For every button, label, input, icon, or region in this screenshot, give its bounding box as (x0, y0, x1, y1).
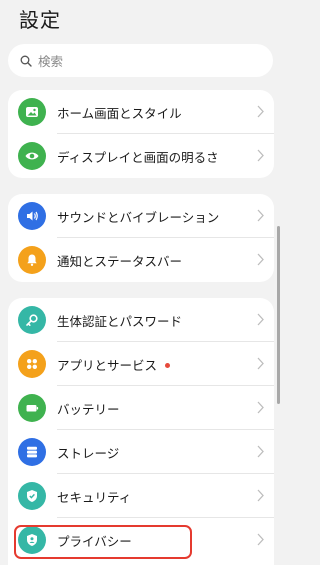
settings-group-display: ホーム画面とスタイル ディスプレイと画面の明るさ (8, 90, 274, 178)
settings-item-security[interactable]: セキュリティ (8, 474, 274, 518)
settings-item-display-brightness[interactable]: ディスプレイと画面の明るさ (8, 134, 274, 178)
page-title: 設定 (19, 8, 61, 32)
search-placeholder: 検索 (38, 54, 64, 69)
settings-item-label: ディスプレイと画面の明るさ (57, 149, 219, 165)
shield-check-icon (18, 482, 46, 510)
settings-item-storage[interactable]: ストレージ (8, 430, 274, 474)
settings-item-label: 通知とステータスバー (57, 253, 183, 269)
settings-item-label: ストレージ (57, 445, 120, 461)
scrollbar[interactable] (277, 226, 280, 404)
storage-icon (18, 438, 46, 466)
chevron-right-icon (257, 149, 264, 162)
search-input[interactable]: 検索 (8, 44, 273, 77)
chevron-right-icon (257, 401, 264, 414)
settings-group-sound: サウンドとバイブレーション 通知とステータスバー (8, 194, 274, 282)
settings-item-biometrics-password[interactable]: 生体認証とパスワード (8, 298, 274, 342)
settings-item-label: アプリとサービス (57, 357, 158, 373)
chevron-right-icon (257, 105, 264, 118)
settings-item-label: 生体認証とパスワード (57, 313, 183, 329)
settings-item-label: サウンドとバイブレーション (57, 209, 220, 225)
settings-item-notifications-status-bar[interactable]: 通知とステータスバー (8, 238, 274, 282)
settings-item-apps-services[interactable]: アプリとサービス (8, 342, 274, 386)
speaker-icon (18, 202, 46, 230)
privacy-highlight-box (14, 525, 192, 559)
settings-item-label-wrap: アプリとサービス (57, 355, 171, 374)
chevron-right-icon (257, 253, 264, 266)
eye-icon (18, 142, 46, 170)
chevron-right-icon (257, 533, 264, 546)
settings-item-battery[interactable]: バッテリー (8, 386, 274, 430)
chevron-right-icon (257, 357, 264, 370)
search-icon (20, 55, 32, 67)
settings-item-label: セキュリティ (57, 489, 132, 505)
chevron-right-icon (257, 313, 264, 326)
chevron-right-icon (257, 445, 264, 458)
settings-item-sound-vibration[interactable]: サウンドとバイブレーション (8, 194, 274, 238)
chevron-right-icon (257, 209, 264, 222)
bell-icon (18, 246, 46, 274)
chevron-right-icon (257, 489, 264, 502)
notification-badge (165, 362, 171, 368)
settings-item-home-screen-style[interactable]: ホーム画面とスタイル (8, 90, 274, 134)
battery-icon (18, 394, 46, 422)
image-icon (18, 98, 46, 126)
key-icon (18, 306, 46, 334)
apps-icon (18, 350, 46, 378)
settings-item-label: バッテリー (57, 401, 120, 417)
settings-item-label: ホーム画面とスタイル (57, 105, 182, 121)
